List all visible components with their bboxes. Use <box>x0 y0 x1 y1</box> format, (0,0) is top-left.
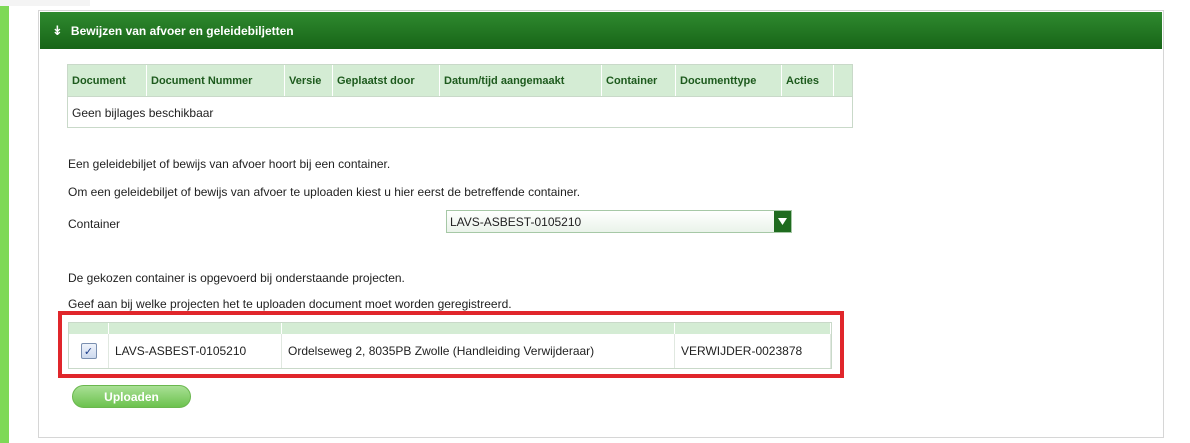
col-document-nummer[interactable]: Document Nummer <box>147 65 285 96</box>
projects-info-line-1: De gekozen container is opgevoerd bij on… <box>68 271 405 285</box>
col-geplaatst-door[interactable]: Geplaatst door <box>333 65 440 96</box>
container-info-line-1: Een geleidebiljet of bewijs van afvoer h… <box>68 157 391 171</box>
section-title: Bewijzen van afvoer en geleidebiljetten <box>70 23 294 38</box>
container-label: Container <box>68 217 121 231</box>
highlight-annotation-box <box>58 311 844 378</box>
col-document[interactable]: Document <box>68 65 147 96</box>
section-header[interactable]: ↡ Bewijzen van afvoer en geleidebiljette… <box>40 12 1162 49</box>
col-acties[interactable]: Acties <box>782 65 834 96</box>
documents-table: Document Document Nummer Versie Geplaats… <box>67 64 853 128</box>
chevron-double-down-icon[interactable]: ↡ <box>52 23 63 39</box>
documents-empty-message: Geen bijlages beschikbaar <box>68 96 852 128</box>
col-versie[interactable]: Versie <box>285 65 333 96</box>
container-select-value: LAVS-ASBEST-0105210 <box>450 214 582 229</box>
documents-table-header: Document Document Nummer Versie Geplaats… <box>68 65 852 96</box>
top-edge-fragment <box>0 0 90 6</box>
container-select[interactable]: LAVS-ASBEST-0105210 <box>446 210 792 233</box>
dropdown-arrow-icon[interactable] <box>774 211 791 232</box>
upload-button[interactable]: Uploaden <box>72 385 191 408</box>
projects-info-line-2: Geef aan bij welke projecten het te uplo… <box>68 297 512 311</box>
container-info-line-2: Om een geleidebiljet of bewijs van afvoe… <box>68 185 581 199</box>
col-documenttype[interactable]: Documenttype <box>676 65 782 96</box>
left-accent-bar <box>0 0 9 443</box>
col-datum-tijd[interactable]: Datum/tijd aangemaakt <box>440 65 602 96</box>
col-container[interactable]: Container <box>602 65 676 96</box>
